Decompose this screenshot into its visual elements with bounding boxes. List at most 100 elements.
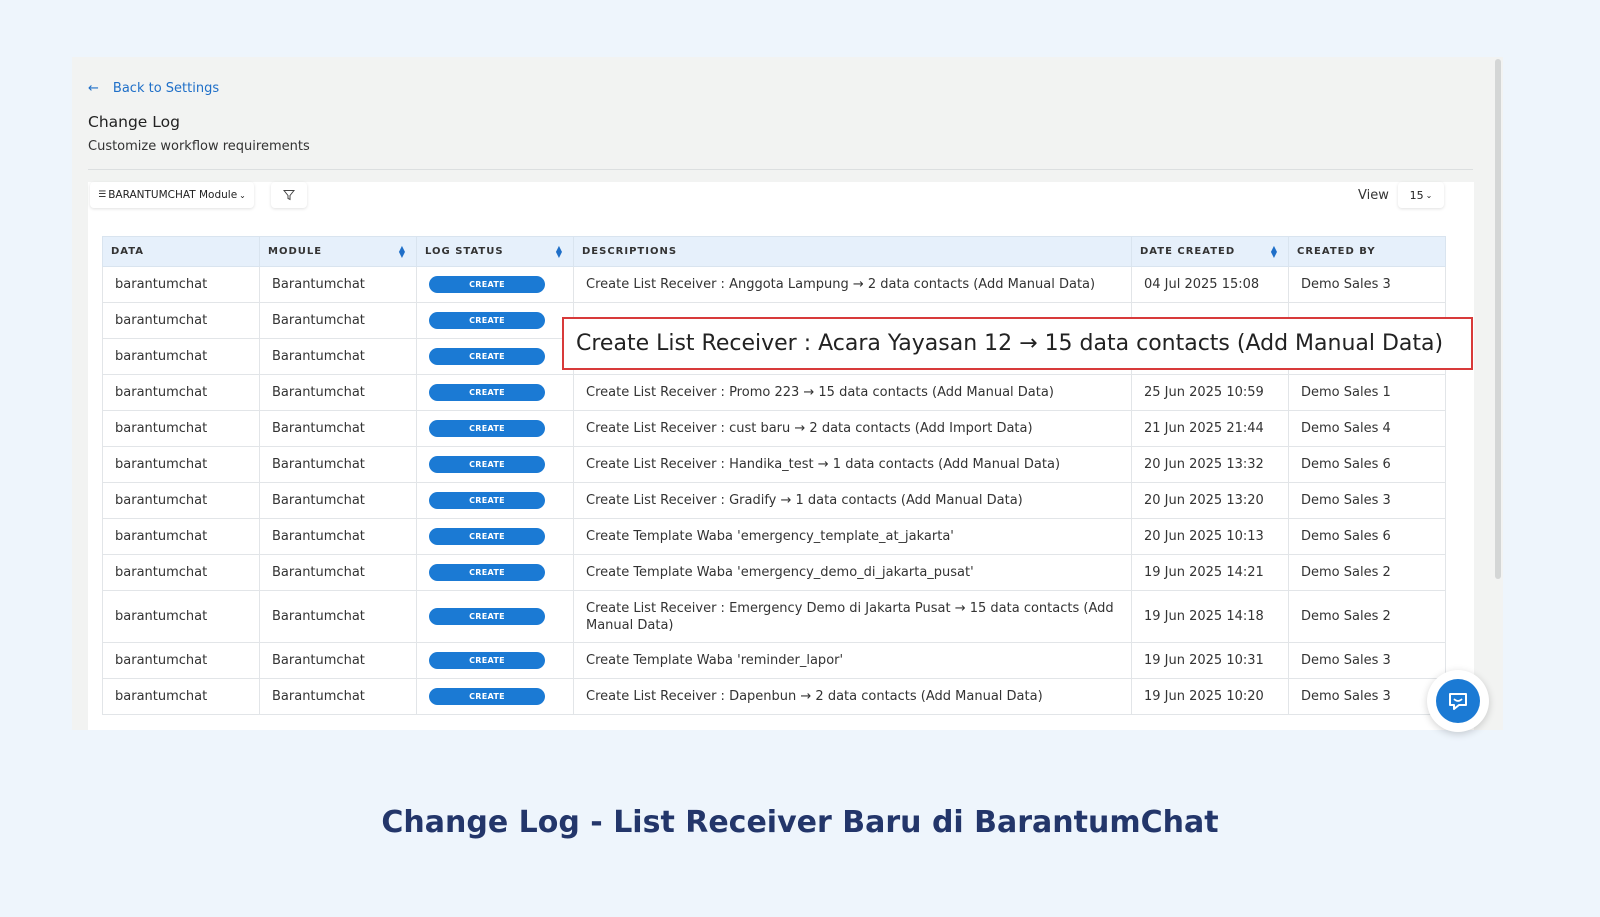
cell-data: barantumchat [102, 446, 260, 483]
cell-module: Barantumchat [259, 410, 417, 447]
chat-bubble-icon [1449, 693, 1467, 710]
cell-data: barantumchat [102, 374, 260, 411]
cell-module: Barantumchat [259, 678, 417, 715]
cell-module: Barantumchat [259, 338, 417, 375]
cell-created-by: Demo Sales 6 [1288, 518, 1446, 555]
cell-status: CREATE [416, 554, 574, 591]
cell-description: Create List Receiver : Anggota Lampung →… [573, 266, 1132, 303]
chevron-down-icon: ⌄ [1425, 190, 1433, 200]
cell-status: CREATE [416, 678, 574, 715]
sort-icon[interactable]: ▲ ▼ [399, 245, 406, 259]
sort-icon[interactable]: ▲ ▼ [1271, 245, 1278, 259]
table-row[interactable]: barantumchat Barantumchat CREATE Create Lis… [102, 446, 1446, 483]
cell-status: CREATE [416, 410, 574, 447]
table-row[interactable]: barantumchat Barantumchat CREATE Create Tem… [102, 642, 1446, 679]
cell-description: Create List Receiver : Gradify → 1 data … [573, 482, 1132, 519]
scrollbar[interactable] [1495, 59, 1501, 579]
table-row[interactable]: barantumchat Barantumchat CREATE Create Tem… [102, 554, 1446, 591]
page-size-select[interactable]: 15 ⌄ [1398, 182, 1444, 208]
cell-date-created: 04 Jul 2025 15:08 [1131, 266, 1289, 303]
header-data[interactable]: DATA [102, 236, 260, 267]
cell-data: barantumchat [102, 590, 260, 643]
cell-status: CREATE [416, 446, 574, 483]
cell-date-created: 19 Jun 2025 14:18 [1131, 590, 1289, 643]
status-badge: CREATE [429, 276, 545, 293]
status-badge: CREATE [429, 528, 545, 545]
cell-module: Barantumchat [259, 518, 417, 555]
cell-created-by: Demo Sales 3 [1288, 678, 1446, 715]
chat-widget-button[interactable] [1427, 670, 1489, 732]
table-row[interactable]: barantumchat Barantumchat CREATE Create Lis… [102, 374, 1446, 411]
table-row[interactable]: barantumchat Barantumchat CREATE Create Lis… [102, 410, 1446, 447]
cell-created-by: Demo Sales 3 [1288, 482, 1446, 519]
status-badge: CREATE [429, 384, 545, 401]
table-row[interactable]: barantumchat Barantumchat CREATE Create Lis… [102, 482, 1446, 519]
status-badge: CREATE [429, 688, 545, 705]
status-badge: CREATE [429, 652, 545, 669]
header-created-by[interactable]: CREATED BY [1288, 236, 1446, 267]
cell-data: barantumchat [102, 266, 260, 303]
header-descriptions[interactable]: DESCRIPTIONS [573, 236, 1132, 267]
cell-data: barantumchat [102, 410, 260, 447]
sort-icon[interactable]: ▲ ▼ [556, 245, 563, 259]
status-badge: CREATE [429, 564, 545, 581]
funnel-icon [283, 190, 295, 201]
caption: Change Log - List Receiver Baru di Baran… [381, 805, 1219, 840]
cell-status: CREATE [416, 374, 574, 411]
cell-data: barantumchat [102, 302, 260, 339]
table-row[interactable]: barantumchat Barantumchat CREATE Create Lis… [102, 678, 1446, 715]
table-row[interactable]: barantumchat Barantumchat CREATE Create Lis… [102, 266, 1446, 303]
cell-created-by: Demo Sales 3 [1288, 642, 1446, 679]
chevron-down-icon: ⌄ [239, 190, 246, 200]
module-select-value: BARANTUMCHAT Module [108, 189, 238, 201]
cell-module: Barantumchat [259, 266, 417, 303]
page-size-value: 15 [1409, 188, 1424, 202]
cell-module: Barantumchat [259, 554, 417, 591]
change-log-table: DATA MODULE ▲ ▼ LOG STATUS ▲ ▼ DESCRIPTIONS … [102, 236, 1446, 715]
cell-created-by: Demo Sales 4 [1288, 410, 1446, 447]
table-row[interactable]: barantumchat Barantumchat CREATE Create Lis… [102, 590, 1446, 643]
cell-created-by: Demo Sales 6 [1288, 446, 1446, 483]
cell-module: Barantumchat [259, 446, 417, 483]
header-module-label: MODULE [268, 246, 323, 257]
table-row[interactable]: barantumchat Barantumchat CREATE Create Tem… [102, 518, 1446, 555]
cell-module: Barantumchat [259, 482, 417, 519]
cell-data: barantumchat [102, 642, 260, 679]
filter-button[interactable] [271, 182, 307, 208]
header-module[interactable]: MODULE ▲ ▼ [259, 236, 417, 267]
cell-created-by: Demo Sales 2 [1288, 554, 1446, 591]
chat-widget-inner [1436, 679, 1480, 723]
cell-description: Create Template Waba 'reminder_lapor' [573, 642, 1132, 679]
cell-description: Create Template Waba 'emergency_template… [573, 518, 1132, 555]
header-log-status-label: LOG STATUS [425, 246, 504, 257]
highlighted-description-callout: Create List Receiver : Acara Yayasan 12 … [562, 317, 1473, 370]
table-header-row: DATA MODULE ▲ ▼ LOG STATUS ▲ ▼ DESCRIPTIONS … [102, 236, 1446, 267]
cell-created-by: Demo Sales 3 [1288, 266, 1446, 303]
cell-status: CREATE [416, 338, 574, 375]
log-panel: ☰ BARANTUMCHAT Module ⌄ View 15 ⌄ DATA M… [88, 182, 1474, 730]
cell-date-created: 19 Jun 2025 10:31 [1131, 642, 1289, 679]
back-to-settings-link[interactable]: ← Back to Settings [88, 81, 219, 96]
cell-description: Create List Receiver : Handika_test → 1 … [573, 446, 1132, 483]
status-badge: CREATE [429, 420, 545, 437]
cell-date-created: 19 Jun 2025 14:21 [1131, 554, 1289, 591]
status-badge: CREATE [429, 456, 545, 473]
header-date-created[interactable]: DATE CREATED ▲ ▼ [1131, 236, 1289, 267]
cell-created-by: Demo Sales 1 [1288, 374, 1446, 411]
cell-status: CREATE [416, 642, 574, 679]
cell-data: barantumchat [102, 482, 260, 519]
cell-status: CREATE [416, 518, 574, 555]
status-badge: CREATE [429, 312, 545, 329]
screenshot-frame: ← Back to Settings Change Log Customize … [72, 57, 1503, 730]
page-subtitle: Customize workflow requirements [88, 139, 310, 154]
cell-status: CREATE [416, 266, 574, 303]
cell-data: barantumchat [102, 338, 260, 375]
cell-description: Create Template Waba 'emergency_demo_di_… [573, 554, 1132, 591]
module-select[interactable]: ☰ BARANTUMCHAT Module ⌄ [90, 182, 254, 208]
arrow-left-icon: ← [88, 81, 99, 96]
cell-date-created: 20 Jun 2025 13:20 [1131, 482, 1289, 519]
divider [88, 169, 1473, 170]
cell-date-created: 21 Jun 2025 21:44 [1131, 410, 1289, 447]
header-log-status[interactable]: LOG STATUS ▲ ▼ [416, 236, 574, 267]
status-badge: CREATE [429, 608, 545, 625]
